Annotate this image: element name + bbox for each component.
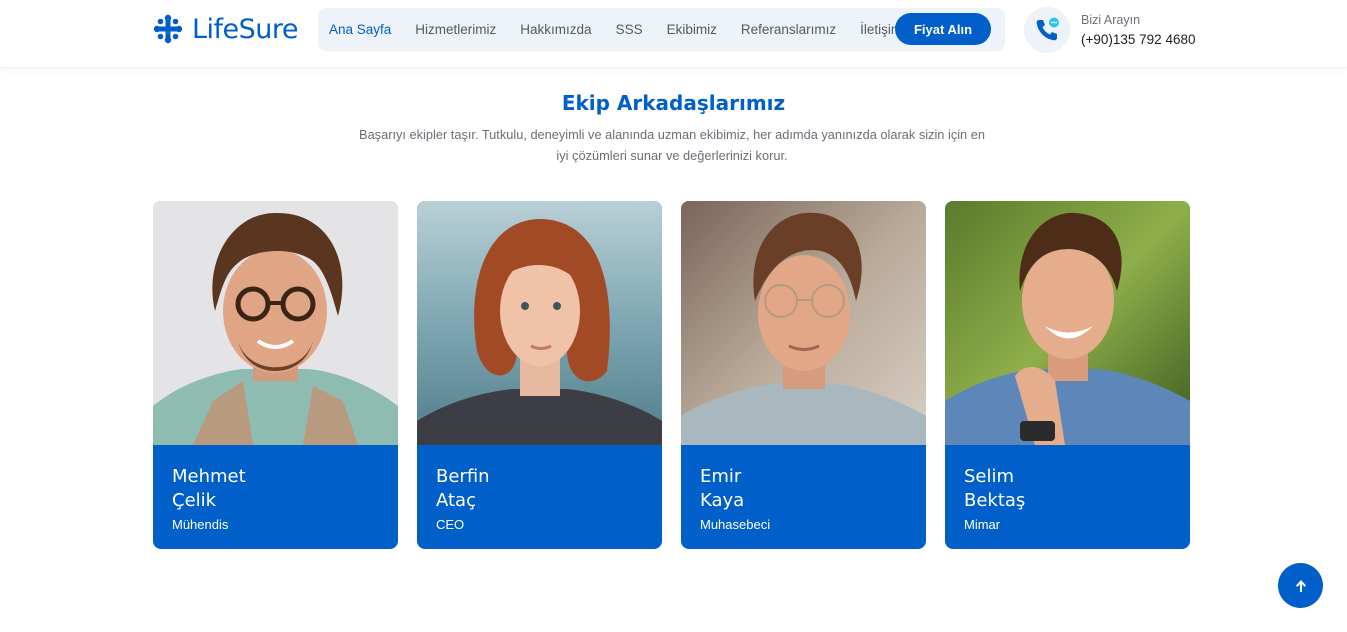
team-card[interactable]: Emir Kaya Muhasebeci — [681, 201, 926, 549]
section-title: Ekip Arkadaşlarımız — [561, 91, 786, 115]
main-nav: Ana Sayfa Hizmetlerimiz Hakkımızda SSS E… — [318, 8, 1005, 51]
nav-item-references[interactable]: Referanslarımız — [741, 22, 836, 37]
member-last-name: Bektaş — [964, 490, 1026, 511]
call-us-block[interactable]: Bizi Arayın (+90)135 792 4680 — [1024, 7, 1195, 53]
member-role: CEO — [436, 517, 465, 532]
get-quote-button[interactable]: Fiyat Alın — [895, 13, 991, 45]
member-first-name: Mehmet — [172, 466, 246, 487]
member-role: Mimar — [964, 517, 1001, 532]
call-label: Bizi Arayın — [1081, 13, 1141, 27]
call-text: Bizi Arayın (+90)135 792 4680 — [1081, 13, 1195, 47]
team-card[interactable]: Selim Bektaş Mimar — [945, 201, 1190, 549]
team-card[interactable]: Mehmet Çelik Mühendis — [153, 201, 398, 549]
team-photo-selim — [945, 201, 1190, 445]
nav-item-home[interactable]: Ana Sayfa — [329, 22, 391, 37]
phone-chat-icon — [1024, 7, 1070, 53]
team-info: Emir Kaya Muhasebeci — [681, 445, 926, 549]
member-first-name: Berfin — [436, 466, 490, 487]
member-role: Muhasebeci — [700, 517, 771, 532]
team-photo-emir — [681, 201, 926, 445]
brand-logo-icon — [153, 14, 183, 44]
brand-name: LifeSure — [192, 13, 299, 45]
team-info: Mehmet Çelik Mühendis — [153, 445, 398, 549]
nav-item-faq[interactable]: SSS — [616, 22, 643, 37]
nav-item-services[interactable]: Hizmetlerimiz — [415, 22, 496, 37]
team-info: Berfin Ataç CEO — [417, 445, 662, 549]
member-first-name: Emir — [700, 466, 742, 487]
member-last-name: Çelik — [172, 490, 217, 511]
section-description: Başarıyı ekipler taşır. Tutkulu, deneyim… — [359, 127, 985, 163]
member-last-name: Ataç — [436, 490, 476, 511]
call-phone-number[interactable]: (+90)135 792 4680 — [1081, 32, 1195, 47]
arrow-up-icon — [1295, 579, 1306, 592]
member-first-name: Selim — [964, 466, 1015, 487]
site-header: LifeSure Ana Sayfa Hizmetlerimiz Hakkımı… — [0, 0, 1347, 68]
member-last-name: Kaya — [700, 490, 745, 511]
team-photo-berfin — [417, 201, 662, 445]
team-info: Selim Bektaş Mimar — [945, 445, 1190, 549]
member-role: Mühendis — [172, 517, 229, 532]
nav-item-about[interactable]: Hakkımızda — [520, 22, 591, 37]
scroll-to-top-button[interactable] — [1278, 563, 1323, 608]
nav-item-team[interactable]: Ekibimiz — [667, 22, 717, 37]
team-card[interactable]: Berfin Ataç CEO — [417, 201, 662, 549]
brand-logo[interactable]: LifeSure — [152, 12, 299, 46]
team-photo-mehmet — [153, 201, 398, 445]
